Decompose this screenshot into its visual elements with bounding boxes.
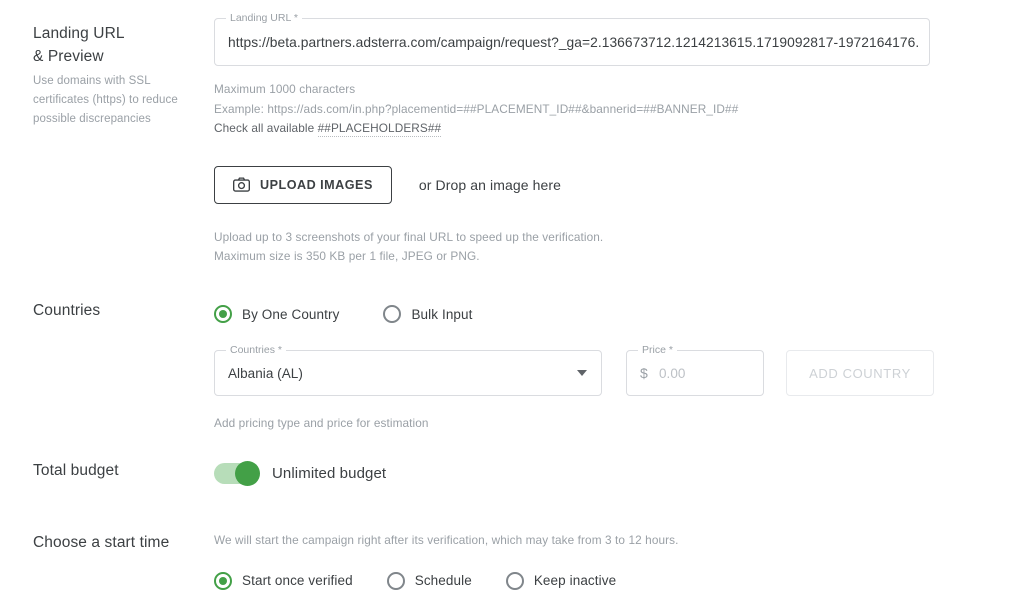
unlimited-budget-row: Unlimited budget [214, 461, 387, 486]
radio-keep-inactive-label: Keep inactive [533, 573, 617, 588]
radio-dot-icon [383, 305, 402, 323]
max-characters-help: Maximum 1000 characters [214, 82, 356, 96]
toggle-knob [235, 461, 260, 486]
radio-bulk-input[interactable]: Bulk Input [383, 305, 472, 323]
radio-bulk-input-label: Bulk Input [411, 306, 473, 322]
example-url-help: Example: https://ads.com/in.php?placemen… [214, 101, 739, 116]
campaign-form: Landing URL & Preview Use domains with S… [0, 0, 1024, 609]
landing-url-subtitle-line3: possible discrepancies [33, 113, 151, 125]
landing-url-title-line2: & Preview [33, 48, 104, 65]
price-placeholder: 0.00 [659, 365, 686, 381]
total-budget-title: Total budget [33, 462, 119, 479]
radio-start-once-verified[interactable]: Start once verified [214, 571, 353, 590]
unlimited-budget-label: Unlimited budget [272, 465, 387, 482]
add-country-label: ADD COUNTRY [809, 365, 911, 381]
total-budget-fields: Unlimited budget [214, 461, 387, 486]
radio-by-one-country-label: By One Country [242, 306, 340, 322]
drop-image-text: or Drop an image here [418, 176, 562, 193]
price-input[interactable]: Price * $ 0.00 [626, 344, 764, 396]
landing-url-subtitle-line1: Use domains with SSL [33, 75, 151, 87]
add-country-button[interactable]: ADD COUNTRY [786, 350, 934, 396]
placeholders-link[interactable]: ##PLACEHOLDERS## [317, 121, 442, 137]
total-budget-section-label: Total budget [33, 459, 203, 482]
radio-by-one-country[interactable]: By One Country [214, 305, 339, 323]
country-price-row: Countries * Albania (AL) Price * $ 0.00 … [214, 344, 934, 396]
landing-url-subtitle-line2: certificates (https) to reduce [33, 94, 178, 106]
radio-dot-icon [214, 305, 232, 323]
countries-fields: By One Country Bulk Input Countries * Al… [214, 305, 934, 434]
start-time-section-label: Choose a start time [33, 531, 203, 554]
radio-dot-icon [386, 571, 405, 590]
countries-select[interactable]: Countries * Albania (AL) [214, 344, 602, 396]
placeholders-help-prefix: Check all available [214, 121, 318, 135]
radio-dot-icon [505, 571, 524, 590]
start-time-note: We will start the campaign right after i… [214, 533, 679, 547]
radio-keep-inactive[interactable]: Keep inactive [505, 571, 617, 590]
upload-images-label: UPLOAD IMAGES [260, 177, 373, 192]
landing-url-input[interactable]: Landing URL * https://beta.partners.adst… [214, 12, 930, 66]
upload-help-line2: Maximum size is 350 KB per 1 file, JPEG … [214, 249, 480, 263]
currency-symbol: $ [640, 365, 648, 381]
countries-mode-radio-group: By One Country Bulk Input [214, 305, 934, 323]
radio-dot-icon [214, 571, 232, 590]
camera-icon [233, 177, 250, 192]
upload-help-line1: Upload up to 3 screenshots of your final… [214, 229, 604, 244]
radio-schedule[interactable]: Schedule [386, 571, 472, 590]
placeholders-help: Check all available ##PLACEHOLDERS## [214, 119, 930, 139]
radio-schedule-label: Schedule [414, 573, 472, 588]
countries-title: Countries [33, 302, 101, 319]
chevron-down-icon[interactable] [577, 370, 587, 376]
start-time-fields: We will start the campaign right after i… [214, 531, 679, 590]
start-time-radio-group: Start once verified Schedule Keep inacti… [214, 571, 679, 590]
radio-start-once-verified-label: Start once verified [242, 573, 353, 588]
unlimited-budget-toggle[interactable] [214, 461, 260, 486]
upload-row: UPLOAD IMAGES or Drop an image here [214, 165, 930, 204]
countries-selected-value: Albania (AL) [228, 365, 303, 381]
landing-url-title-line1: Landing URL [33, 25, 125, 42]
pricing-help: Add pricing type and price for estimatio… [214, 416, 429, 430]
upload-images-button[interactable]: UPLOAD IMAGES [214, 165, 392, 204]
start-time-title: Choose a start time [33, 534, 170, 551]
landing-url-value: https://beta.partners.adsterra.com/campa… [228, 34, 919, 50]
landing-url-section-label: Landing URL & Preview Use domains with S… [33, 22, 203, 129]
countries-section-label: Countries [33, 299, 203, 322]
landing-url-fields: Landing URL * https://beta.partners.adst… [214, 12, 930, 267]
